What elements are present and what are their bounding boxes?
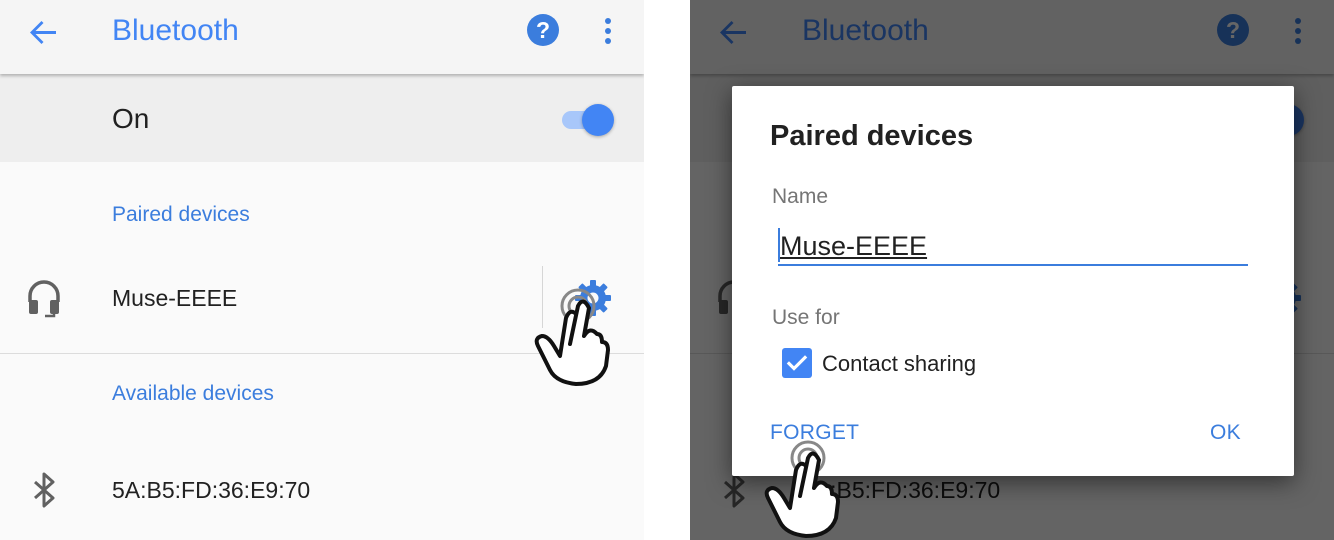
toggle-label: On [112, 103, 150, 134]
contact-sharing-checkbox[interactable] [782, 348, 812, 378]
available-devices-header: Available devices [112, 382, 274, 405]
hand-pointer-icon [534, 288, 610, 386]
bluetooth-icon [34, 472, 55, 508]
name-label: Name [772, 185, 829, 208]
arrow-back-icon[interactable] [26, 14, 62, 50]
bluetooth-switch[interactable] [560, 104, 616, 136]
page-title: Bluetooth [112, 14, 239, 47]
app-bar: Bluetooth ? [0, 0, 644, 74]
available-device-row[interactable]: 5A:B5:FD:36:E9:70 [0, 448, 644, 532]
use-for-label: Use for [772, 306, 840, 329]
headset-icon [28, 280, 60, 318]
contact-sharing-label[interactable]: Contact sharing [822, 351, 976, 377]
ok-button[interactable]: OK [1210, 420, 1241, 446]
hand-pointer-icon [764, 440, 840, 538]
bluetooth-toggle-row[interactable]: On [0, 74, 644, 162]
available-device-name: 5A:B5:FD:36:E9:70 [112, 477, 311, 503]
paired-device-name: Muse-EEEE [112, 285, 238, 311]
svg-text:?: ? [536, 17, 550, 43]
help-icon[interactable]: ? [526, 13, 560, 47]
paired-device-dialog: Paired devices Name Muse-EEEE Use for Co… [732, 86, 1294, 476]
more-vert-icon[interactable] [596, 14, 620, 48]
checkmark-icon [786, 355, 808, 371]
bluetooth-settings-screen: Bluetooth ? On Paired devices Muse-EEEE [0, 0, 644, 540]
device-name-input[interactable]: Muse-EEEE [778, 226, 1248, 266]
device-name-value: Muse-EEEE [780, 231, 928, 261]
dialog-title: Paired devices [770, 120, 974, 152]
switch-thumb [582, 104, 614, 136]
paired-device-dialog-screen: Bluetooth ? On Paired devices Muse-EEEE [690, 0, 1334, 540]
paired-devices-header: Paired devices [112, 203, 250, 226]
